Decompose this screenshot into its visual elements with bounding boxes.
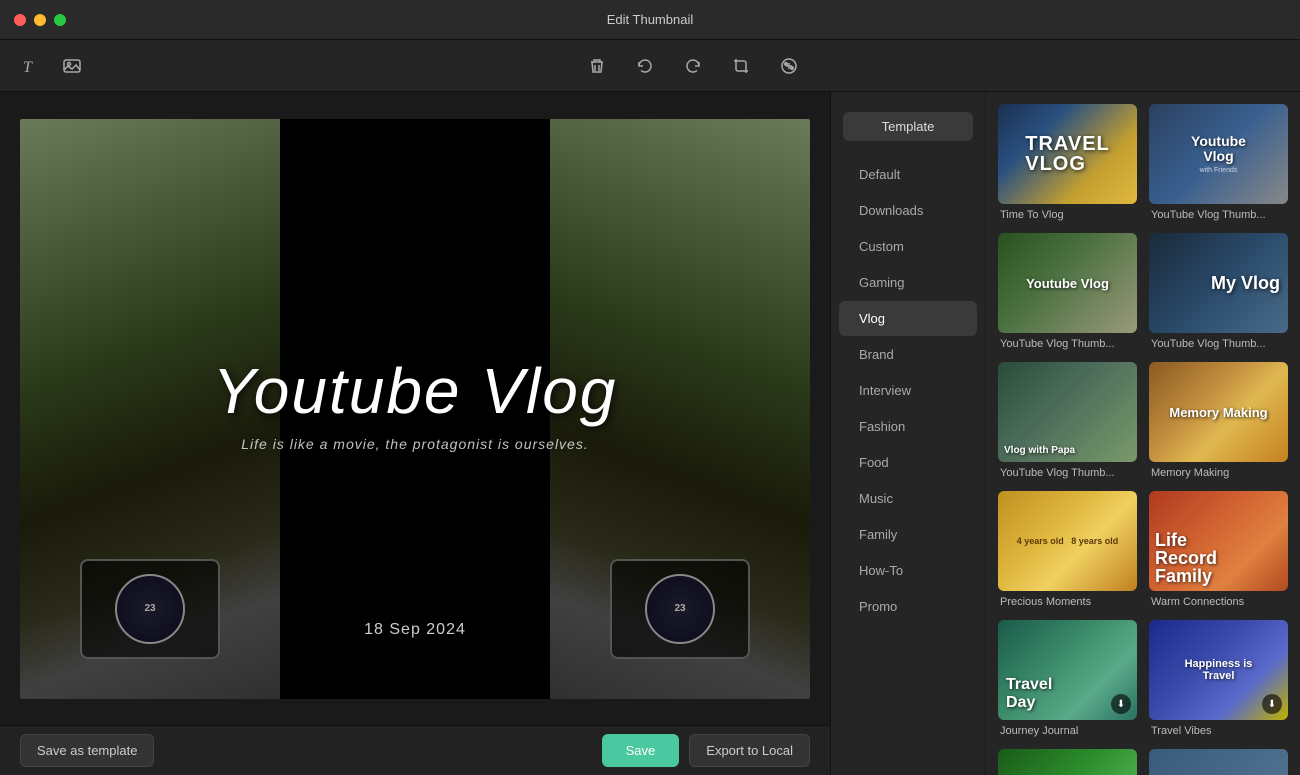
delete-button[interactable] <box>583 52 611 80</box>
template-thumb-memory-making: Memory Making <box>1149 362 1288 462</box>
add-image-button[interactable] <box>58 52 86 80</box>
template-thumb-travel-vlog2: TRAVEL VLOG <box>998 749 1137 775</box>
speedometer-right: 23 <box>645 574 715 644</box>
save-button[interactable]: Save <box>602 734 680 767</box>
window-controls <box>14 14 66 26</box>
category-item-default[interactable]: Default <box>839 157 977 192</box>
toolbar-center-tools <box>102 52 1284 80</box>
template-card-journey-journal[interactable]: TravelDay⬇ Journey Journal <box>998 620 1137 737</box>
export-button[interactable]: Export to Local <box>689 734 810 767</box>
svg-text:T: T <box>23 59 33 76</box>
bottom-right-buttons: Save Export to Local <box>602 734 810 767</box>
add-text-button[interactable]: T <box>16 52 44 80</box>
title-bar: Edit Thumbnail <box>0 0 1300 40</box>
dashboard-left: 23 <box>80 559 220 659</box>
template-label-journey-journal: Journey Journal <box>998 725 1137 737</box>
category-item-vlog[interactable]: Vlog <box>839 301 977 336</box>
window-title: Edit Thumbnail <box>607 12 693 27</box>
toolbar-left-tools: T <box>16 52 86 80</box>
download-badge: ⬇ <box>1262 694 1282 714</box>
template-thumb-placeholder <box>1149 749 1288 775</box>
template-card-memory-making[interactable]: Memory Making Memory Making <box>1149 362 1288 479</box>
template-card-travel-vibes[interactable]: Happiness isTravel⬇ Travel Vibes <box>1149 620 1288 737</box>
minimize-button[interactable] <box>34 14 46 26</box>
category-item-fashion[interactable]: Fashion <box>839 409 977 444</box>
template-card-travel-vlog2[interactable]: TRAVEL VLOGTravel Vlog <box>998 749 1137 775</box>
template-label-travel-vibes: Travel Vibes <box>1149 725 1288 737</box>
template-label-my-vlog: YouTube Vlog Thumb... <box>1149 338 1288 350</box>
template-card-warm-connections[interactable]: LifeRecordFamily Warm Connections <box>1149 491 1288 608</box>
template-label-vlog-papa: YouTube Vlog Thumb... <box>998 467 1137 479</box>
category-item-family[interactable]: Family <box>839 517 977 552</box>
category-item-promo[interactable]: Promo <box>839 589 977 624</box>
template-label-warm-connections: Warm Connections <box>1149 596 1288 608</box>
category-item-food[interactable]: Food <box>839 445 977 480</box>
editor-toolbar: T <box>0 40 1300 92</box>
template-thumb-time-to-vlog: TRAVELVLOG <box>998 104 1137 204</box>
canvas-wrapper: 23 23 Youtube Vlog Life is like a movie,… <box>0 92 830 725</box>
canvas-date: 18 Sep 2024 <box>364 621 466 639</box>
redo-button[interactable] <box>679 52 707 80</box>
template-thumb-my-vlog: My Vlog <box>1149 233 1288 333</box>
category-item-how-to[interactable]: How-To <box>839 553 977 588</box>
template-label-time-to-vlog: Time To Vlog <box>998 209 1137 221</box>
speedometer-left: 23 <box>115 574 185 644</box>
category-list: DefaultDownloadsCustomGamingVlogBrandInt… <box>831 157 985 624</box>
template-thumb-youtube-vlog-thumb1: YoutubeVlogwith Friends <box>1149 104 1288 204</box>
category-sidebar: Template DefaultDownloadsCustomGamingVlo… <box>831 92 986 775</box>
category-item-custom[interactable]: Custom <box>839 229 977 264</box>
undo-button[interactable] <box>631 52 659 80</box>
template-card-youtube-vlog-thumb2[interactable]: Youtube Vlog YouTube Vlog Thumb... <box>998 233 1137 350</box>
category-item-brand[interactable]: Brand <box>839 337 977 372</box>
template-card-vlog-papa[interactable]: Vlog with Papa YouTube Vlog Thumb... <box>998 362 1137 479</box>
template-card-time-to-vlog[interactable]: TRAVELVLOG Time To Vlog <box>998 104 1137 221</box>
download-badge: ⬇ <box>1111 694 1131 714</box>
canvas-area: 23 23 Youtube Vlog Life is like a movie,… <box>0 92 830 775</box>
template-label-youtube-vlog-thumb2: YouTube Vlog Thumb... <box>998 338 1137 350</box>
save-as-template-button[interactable]: Save as template <box>20 734 154 767</box>
template-grid: TRAVELVLOG Time To Vlog YoutubeVlogwith Fr… <box>986 92 1300 775</box>
right-panel: Template DefaultDownloadsCustomGamingVlo… <box>830 92 1300 775</box>
category-item-music[interactable]: Music <box>839 481 977 516</box>
canvas-bottom-bar: Save as template Save Export to Local <box>0 725 830 775</box>
template-card-my-vlog[interactable]: My Vlog YouTube Vlog Thumb... <box>1149 233 1288 350</box>
template-label-youtube-vlog-thumb1: YouTube Vlog Thumb... <box>1149 209 1288 221</box>
template-card-placeholder[interactable]: ... <box>1149 749 1288 775</box>
template-tab[interactable]: Template <box>843 112 973 141</box>
canvas-main-title: Youtube Vlog <box>20 355 810 425</box>
crop-button[interactable] <box>727 52 755 80</box>
template-label-precious-moments: Precious Moments <box>998 596 1137 608</box>
template-thumb-travel-vibes: Happiness isTravel⬇ <box>1149 620 1288 720</box>
canvas-content[interactable]: 23 23 Youtube Vlog Life is like a movie,… <box>20 119 810 699</box>
main-layout: 23 23 Youtube Vlog Life is like a movie,… <box>0 92 1300 775</box>
canvas-text-overlay: Youtube Vlog Life is like a movie, the p… <box>20 355 810 451</box>
template-thumb-precious-moments: 4 years old 8 years old <box>998 491 1137 591</box>
category-item-gaming[interactable]: Gaming <box>839 265 977 300</box>
maximize-button[interactable] <box>54 14 66 26</box>
template-card-precious-moments[interactable]: 4 years old 8 years old Precious Moments <box>998 491 1137 608</box>
close-button[interactable] <box>14 14 26 26</box>
adjust-button[interactable] <box>775 52 803 80</box>
template-thumb-youtube-vlog-thumb2: Youtube Vlog <box>998 233 1137 333</box>
template-thumb-journey-journal: TravelDay⬇ <box>998 620 1137 720</box>
template-thumb-warm-connections: LifeRecordFamily <box>1149 491 1288 591</box>
category-item-downloads[interactable]: Downloads <box>839 193 977 228</box>
template-thumb-vlog-papa: Vlog with Papa <box>998 362 1137 462</box>
dashboard-right: 23 <box>610 559 750 659</box>
category-item-interview[interactable]: Interview <box>839 373 977 408</box>
canvas-subtitle: Life is like a movie, the protagonist is… <box>20 436 810 452</box>
template-card-youtube-vlog-thumb1[interactable]: YoutubeVlogwith Friends YouTube Vlog Thum… <box>1149 104 1288 221</box>
template-label-memory-making: Memory Making <box>1149 467 1288 479</box>
